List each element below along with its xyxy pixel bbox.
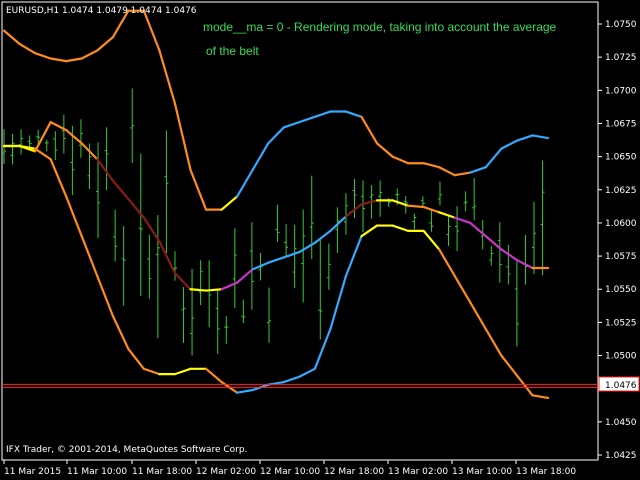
x-tick-label: 11 Mar 2015 <box>4 467 61 477</box>
annotation-line-1: mode__ma = 0 - Rendering mode, taking in… <box>203 20 557 34</box>
y-tick-label: 1.0750 <box>605 20 637 30</box>
price-badge-label: 1.0476 <box>605 381 637 391</box>
y-tick-label: 1.0500 <box>605 352 637 362</box>
x-tick-label: 13 Mar 02:00 <box>388 467 448 477</box>
y-tick-label: 1.0525 <box>605 318 637 328</box>
price-chart[interactable]: 1.0750 1.0725 1.0700 1.0675 1.0650 1.0625 1.06… <box>0 0 640 480</box>
middle-band-segment <box>407 204 425 209</box>
x-tick-label: 13 Mar 18:00 <box>516 467 576 477</box>
x-tick-label: 12 Mar 18:00 <box>324 467 384 477</box>
y-tick-label: 1.0450 <box>605 418 637 428</box>
y-tick-label: 1.0675 <box>605 119 637 129</box>
y-tick-label: 1.0575 <box>605 252 637 262</box>
y-tick-label: 1.0650 <box>605 153 637 163</box>
y-tick-label: 1.0625 <box>605 186 637 196</box>
symbol-info: EURUSD,H1 1.0474 1.0479 1.0474 1.0476 <box>6 6 197 16</box>
annotation-line-2: of the belt <box>206 44 259 58</box>
y-tick-label: 1.0700 <box>605 86 637 96</box>
y-tick-label: 1.0425 <box>605 451 637 461</box>
y-tick-label: 1.0550 <box>605 285 637 295</box>
x-tick-label: 12 Mar 02:00 <box>196 467 256 477</box>
middle-band-segment <box>189 288 208 292</box>
y-tick-label: 1.0600 <box>605 219 637 229</box>
x-tick-label: 12 Mar 10:00 <box>260 467 320 477</box>
middle-band-segment <box>204 288 223 292</box>
y-tick-label: 1.0725 <box>605 53 637 63</box>
x-tick-label: 11 Mar 18:00 <box>132 467 192 477</box>
copyright: IFX Trader, © 2001-2014, MetaQuotes Soft… <box>6 445 247 455</box>
x-tick-label: 11 Mar 10:00 <box>67 467 127 477</box>
x-tick-label: 13 Mar 10:00 <box>452 467 512 477</box>
price-badge: 1.0476 <box>598 376 640 392</box>
